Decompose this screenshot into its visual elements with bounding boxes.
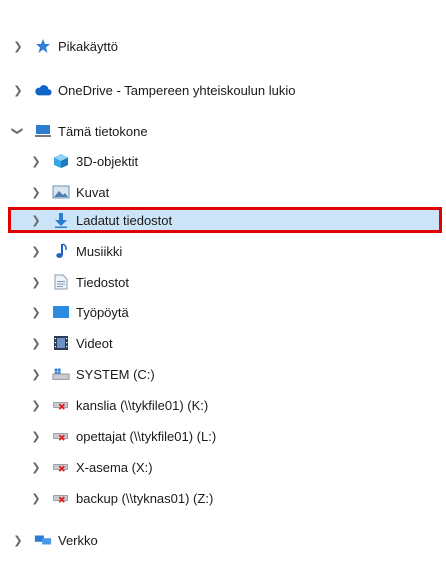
tree-item-label: Kuvat <box>76 184 110 200</box>
chevron-right-icon[interactable]: ❯ <box>30 461 42 474</box>
cube-3d-icon <box>52 153 70 169</box>
tree-item-3d-objects[interactable]: ❯ 3D-objektit <box>0 149 446 173</box>
network-icon <box>34 532 52 548</box>
tree-item-label: Musiikki <box>76 243 123 259</box>
tree-item-label: Työpöytä <box>76 304 129 320</box>
chevron-right-icon[interactable]: ❯ <box>30 155 42 168</box>
chevron-right-icon[interactable]: ❯ <box>12 534 24 547</box>
film-icon <box>52 335 70 351</box>
chevron-right-icon[interactable]: ❯ <box>30 399 42 412</box>
tree-item-network-drive-z[interactable]: ❯ backup (\\tyknas01) (Z:) <box>0 486 446 510</box>
chevron-right-icon[interactable]: ❯ <box>30 337 42 350</box>
star-pin-icon <box>34 38 52 54</box>
tree-item-documents[interactable]: ❯ Tiedostot <box>0 270 446 294</box>
cloud-icon <box>34 82 52 98</box>
tree-item-videos[interactable]: ❯ Videot <box>0 331 446 355</box>
windows-drive-icon <box>52 366 70 382</box>
tree-item-label: SYSTEM (C:) <box>76 366 155 382</box>
chevron-right-icon[interactable]: ❯ <box>30 245 42 258</box>
tree-item-label: X-asema (X:) <box>76 459 153 475</box>
chevron-right-icon[interactable]: ❯ <box>30 276 42 289</box>
chevron-right-icon[interactable]: ❯ <box>30 186 42 199</box>
tree-item-network-drive-l[interactable]: ❯ opettajat (\\tykfile01) (L:) <box>0 424 446 448</box>
tree-item-downloads[interactable]: ❯ Ladatut tiedostot <box>0 208 446 232</box>
disconnected-network-drive-icon <box>52 428 70 444</box>
tree-item-this-pc[interactable]: ❯ Tämä tietokone <box>0 119 446 143</box>
tree-item-network[interactable]: ❯ Verkko <box>0 528 446 552</box>
chevron-right-icon[interactable]: ❯ <box>30 368 42 381</box>
chevron-right-icon[interactable]: ❯ <box>30 214 42 227</box>
chevron-right-icon[interactable]: ❯ <box>12 84 24 97</box>
download-arrow-icon <box>52 212 70 228</box>
tree-item-label: Tämä tietokone <box>58 123 148 139</box>
tree-item-music[interactable]: ❯ Musiikki <box>0 239 446 263</box>
tree-item-label: Verkko <box>58 532 98 548</box>
tree-item-desktop[interactable]: ❯ Työpöytä <box>0 300 446 324</box>
tree-item-system-drive[interactable]: ❯ SYSTEM (C:) <box>0 362 446 386</box>
tree-item-label: kanslia (\\tykfile01) (K:) <box>76 397 209 413</box>
tree-item-label: backup (\\tyknas01) (Z:) <box>76 490 214 506</box>
desktop-icon <box>52 304 70 320</box>
disconnected-network-drive-icon <box>52 490 70 506</box>
chevron-right-icon[interactable]: ❯ <box>30 306 42 319</box>
document-icon <box>52 274 70 290</box>
computer-icon <box>34 123 52 139</box>
chevron-right-icon[interactable]: ❯ <box>30 492 42 505</box>
tree-item-pictures[interactable]: ❯ Kuvat <box>0 180 446 204</box>
chevron-down-icon[interactable]: ❯ <box>12 125 24 137</box>
chevron-right-icon[interactable]: ❯ <box>12 40 24 53</box>
tree-item-quick-access[interactable]: ❯ Pikakäyttö <box>0 34 446 58</box>
tree-item-label: Tiedostot <box>76 274 129 290</box>
music-note-icon <box>52 243 70 259</box>
tree-item-label: 3D-objektit <box>76 153 139 169</box>
tree-item-network-drive-x[interactable]: ❯ X-asema (X:) <box>0 455 446 479</box>
tree-item-onedrive[interactable]: ❯ OneDrive - Tampereen yhteiskoulun luki… <box>0 78 446 102</box>
pictures-icon <box>52 184 70 200</box>
tree-item-label: opettajat (\\tykfile01) (L:) <box>76 428 217 444</box>
tree-item-label: Pikakäyttö <box>58 38 118 54</box>
tree-item-network-drive-k[interactable]: ❯ kanslia (\\tykfile01) (K:) <box>0 393 446 417</box>
tree-item-label: Ladatut tiedostot <box>76 212 173 228</box>
tree-item-label: Videot <box>76 335 113 351</box>
navigation-tree: ❯ Pikakäyttö ❯ OneDrive - Tampereen yhte… <box>0 0 446 575</box>
disconnected-network-drive-icon <box>52 459 70 475</box>
disconnected-network-drive-icon <box>52 397 70 413</box>
chevron-right-icon[interactable]: ❯ <box>30 430 42 443</box>
tree-item-label: OneDrive - Tampereen yhteiskoulun lukio <box>58 82 296 98</box>
